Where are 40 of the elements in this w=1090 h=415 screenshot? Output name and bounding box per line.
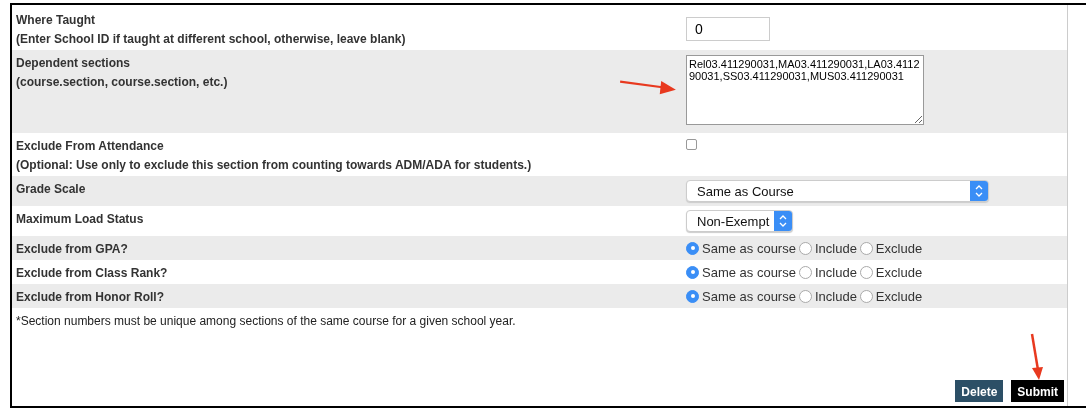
text-area[interactable]: Rel03.411290031,MA03.411290031,LA03.411290031,SS03.411290031,MUS03.411290031	[686, 55, 924, 125]
dropdown[interactable]: Same as Course	[686, 180, 989, 202]
checkbox[interactable]	[686, 139, 697, 150]
radio-label[interactable]: Include	[814, 240, 857, 256]
footnote: *Section numbers must be unique among sections of the same course for a given school year.	[15, 313, 517, 330]
radio-label[interactable]: Include	[814, 288, 857, 304]
radio-label[interactable]: Same as course	[702, 288, 796, 304]
field-hint: (course.section, course.section, etc.)	[16, 75, 228, 89]
field-label: Exclude from Honor Roll?	[16, 290, 164, 304]
radio-button[interactable]	[686, 289, 699, 303]
radio-label[interactable]: Exclude	[875, 240, 923, 256]
dropdown[interactable]: Non-Exempt	[686, 210, 793, 232]
radio-button[interactable]	[859, 289, 873, 303]
delete-button[interactable]: Delete	[955, 380, 1004, 402]
radio-label[interactable]: Same as course	[702, 240, 796, 256]
field-hint: (Optional: Use only to exclude this section from counting towards ADM/ADA for students.)	[16, 158, 532, 172]
field-hint: (Enter School ID if taught at different school, otherwise, leave blank)	[16, 32, 406, 46]
chevron-icon	[970, 181, 988, 201]
field-label: Exclude from GPA?	[16, 242, 128, 256]
arrow-drawing	[1030, 332, 1044, 382]
field-label: Maximum Load Status	[16, 212, 144, 226]
radio-label[interactable]: Exclude	[875, 288, 923, 304]
field-label: Exclude From Attendance	[16, 139, 164, 153]
field-label: Exclude from Class Rank?	[16, 266, 168, 280]
radio-button[interactable]	[798, 265, 812, 279]
radio-label[interactable]: Include	[814, 264, 857, 280]
submit-button[interactable]: Submit	[1011, 380, 1064, 402]
chevron-icon	[774, 211, 792, 231]
radio-button[interactable]	[859, 265, 873, 279]
input-field[interactable]: 0	[686, 16, 770, 41]
field-label: Grade Scale	[16, 182, 86, 196]
radio-button[interactable]	[686, 241, 699, 255]
radio-button[interactable]	[798, 289, 812, 303]
field-label: Dependent sections	[16, 56, 131, 70]
radio-button[interactable]	[859, 241, 873, 255]
field-label: Where Taught	[16, 13, 96, 27]
radio-label[interactable]: Exclude	[875, 264, 923, 280]
radio-button[interactable]	[686, 265, 699, 279]
radio-button[interactable]	[798, 241, 812, 255]
radio-label[interactable]: Same as course	[702, 264, 796, 280]
